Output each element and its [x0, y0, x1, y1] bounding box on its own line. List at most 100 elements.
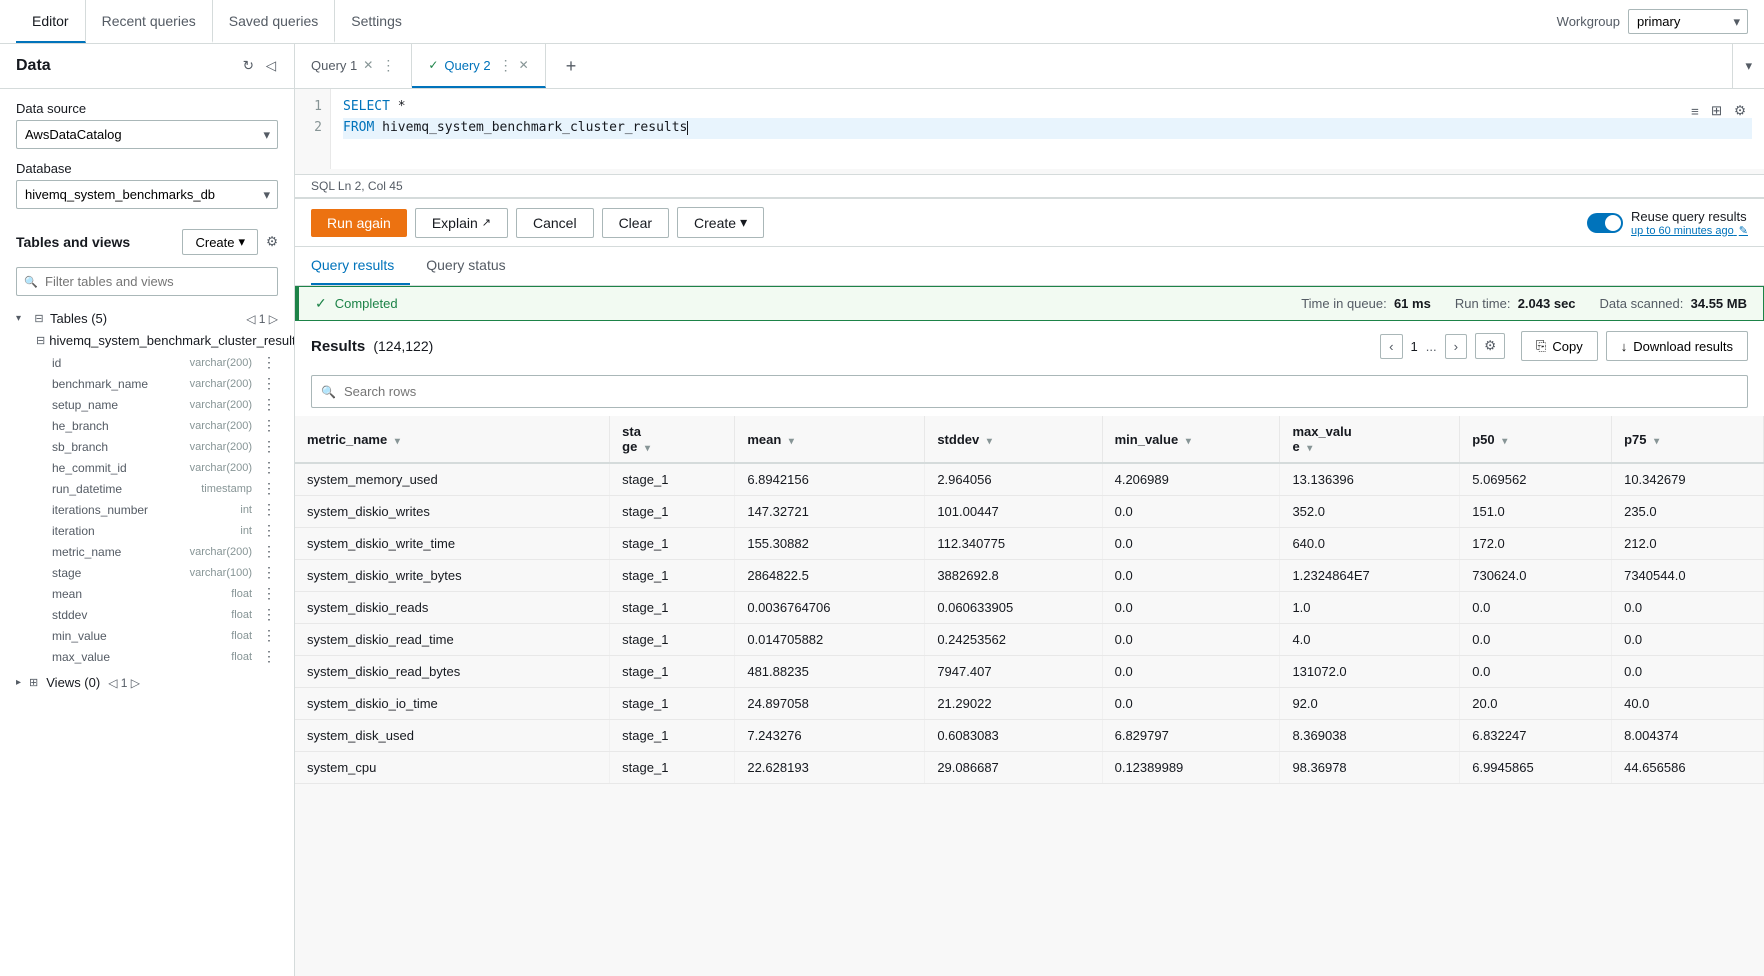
tab-settings[interactable]: Settings [335, 0, 418, 43]
column-name-max_value: max_value [52, 650, 227, 664]
filter-tables-input[interactable] [16, 267, 278, 296]
sort-icon-max_value: ▾ [1307, 443, 1312, 454]
prev-page-button[interactable]: ‹ [1380, 334, 1402, 359]
query-tab-1-dots[interactable]: ⋮ [381, 57, 395, 74]
column-menu-metric_name[interactable]: ⋮ [260, 543, 278, 560]
database-select[interactable]: hivemq_system_benchmarks_db [16, 180, 278, 209]
column-menu-run_datetime[interactable]: ⋮ [260, 480, 278, 497]
column-menu-setup_name[interactable]: ⋮ [260, 396, 278, 413]
explain-button[interactable]: Explain ↗ [415, 208, 508, 238]
tables-tree-row[interactable]: ▾ ⊟ Tables (5) ◁ 1 ▷ [16, 308, 278, 329]
table-name: hivemq_system_benchmark_cluster_results [49, 333, 294, 348]
column-name-stage: stage [52, 566, 186, 580]
column-menu-sb_branch[interactable]: ⋮ [260, 438, 278, 455]
settings-editor-icon[interactable]: ⚙ [1732, 101, 1748, 121]
column-name-setup_name: setup_name [52, 398, 186, 412]
results-tbody: system_memory_usedstage_16.89421562.9640… [295, 463, 1764, 784]
table-row: system_diskio_io_timestage_124.89705821.… [295, 688, 1764, 720]
col-header-metric_name[interactable]: metric_name ▾ [295, 416, 610, 463]
col-header-p75[interactable]: p75 ▾ [1612, 416, 1764, 463]
refresh-icon[interactable]: ↻ [241, 56, 256, 76]
table-row: system_diskio_write_bytesstage_12864822.… [295, 560, 1764, 592]
table-name-row[interactable]: ⊟ hivemq_system_benchmark_cluster_result… [16, 329, 278, 352]
query-tab-2-close[interactable]: ✕ [519, 58, 529, 72]
column-menu-iterations_number[interactable]: ⋮ [260, 501, 278, 518]
views-pagination-text: ◁ 1 ▷ [108, 676, 140, 690]
reuse-toggle-switch[interactable] [1587, 213, 1623, 233]
gear-icon[interactable]: ⚙ [266, 234, 278, 250]
data-source-select[interactable]: AwsDataCatalog [16, 120, 278, 149]
code-content[interactable]: SELECT * FROM hivemq_system_benchmark_cl… [331, 89, 1764, 169]
cell-min_value: 0.0 [1102, 624, 1280, 656]
cell-p50: 730624.0 [1460, 560, 1612, 592]
cell-stddev: 0.6083083 [925, 720, 1102, 752]
sort-icon-min_value: ▾ [1186, 436, 1191, 447]
search-rows-input[interactable] [311, 375, 1748, 408]
code-editor[interactable]: 1 2 SELECT * FROM hivemq_system_benchmar… [295, 89, 1764, 169]
column-menu-benchmark_name[interactable]: ⋮ [260, 375, 278, 392]
tables-tree-section: ▾ ⊟ Tables (5) ◁ 1 ▷ ⊟ hivemq_system_ben… [0, 304, 294, 671]
cancel-button[interactable]: Cancel [516, 208, 594, 238]
tab-saved-queries[interactable]: Saved queries [213, 0, 336, 43]
cell-max_value: 131072.0 [1280, 656, 1460, 688]
column-menu-he_commit_id[interactable]: ⋮ [260, 459, 278, 476]
workgroup-select[interactable]: primary [1628, 9, 1748, 34]
cell-min_value: 0.0 [1102, 688, 1280, 720]
add-query-tab-button[interactable]: + [550, 44, 593, 88]
sort-icon-p75: ▾ [1654, 436, 1659, 447]
cell-min_value: 0.0 [1102, 560, 1280, 592]
run-again-button[interactable]: Run again [311, 209, 407, 237]
query-tab-1-close[interactable]: ✕ [363, 58, 373, 72]
col-header-min_value[interactable]: min_value ▾ [1102, 416, 1280, 463]
more-tabs-button[interactable]: ▾ [1732, 44, 1764, 88]
create-button[interactable]: Create ▾ [677, 207, 764, 238]
copy-button[interactable]: ⎘ Copy [1521, 331, 1598, 361]
column-row-run_datetime: run_datetime timestamp ⋮ [16, 478, 278, 499]
column-menu-iteration[interactable]: ⋮ [260, 522, 278, 539]
reuse-toggle: Reuse query results up to 60 minutes ago… [1587, 209, 1748, 237]
col-header-mean[interactable]: mean ▾ [735, 416, 925, 463]
column-menu-mean[interactable]: ⋮ [260, 585, 278, 602]
cell-mean: 2864822.5 [735, 560, 925, 592]
views-icon: ⊞ [29, 676, 38, 689]
table-view-icon[interactable]: ⊞ [1709, 101, 1724, 121]
table-settings-icon[interactable]: ⚙ [1475, 333, 1505, 359]
cell-mean: 155.30882 [735, 528, 925, 560]
column-menu-id[interactable]: ⋮ [260, 354, 278, 371]
column-type-max_value: float [231, 651, 252, 663]
column-menu-he_branch[interactable]: ⋮ [260, 417, 278, 434]
col-header-stddev[interactable]: stddev ▾ [925, 416, 1102, 463]
download-results-button[interactable]: ↓ Download results [1606, 331, 1748, 361]
query-tab-2-dots[interactable]: ⋮ [499, 57, 513, 74]
collapse-sidebar-icon[interactable]: ◁ [264, 56, 278, 76]
query-tab-1[interactable]: Query 1 ✕ ⋮ [295, 44, 412, 88]
editor-icons: ≡ ⊞ ⚙ [1681, 97, 1756, 125]
column-type-id: varchar(200) [190, 357, 252, 369]
column-menu-min_value[interactable]: ⋮ [260, 627, 278, 644]
reuse-sub-label[interactable]: up to 60 minutes ago ✎ [1631, 224, 1748, 237]
table-row: system_diskio_write_timestage_1155.30882… [295, 528, 1764, 560]
tab-recent-queries[interactable]: Recent queries [86, 0, 213, 43]
create-table-button[interactable]: Create ▾ [182, 229, 258, 255]
next-page-button[interactable]: › [1445, 334, 1467, 359]
cell-max_value: 13.136396 [1280, 463, 1460, 496]
query-status-tab[interactable]: Query status [426, 247, 521, 285]
wrap-text-icon[interactable]: ≡ [1689, 102, 1701, 121]
query-tab-2[interactable]: ✓ Query 2 ⋮ ✕ [412, 44, 545, 88]
column-menu-max_value[interactable]: ⋮ [260, 648, 278, 665]
column-menu-stage[interactable]: ⋮ [260, 564, 278, 581]
col-header-p50[interactable]: p50 ▾ [1460, 416, 1612, 463]
clear-button[interactable]: Clear [602, 208, 669, 238]
tab-editor[interactable]: Editor [16, 0, 86, 43]
query-results-tab[interactable]: Query results [311, 247, 410, 285]
create-btn-label: Create [195, 235, 234, 250]
col-header-stage[interactable]: stage ▾ [610, 416, 735, 463]
views-toggle-icon: ▸ [16, 677, 21, 688]
column-menu-stddev[interactable]: ⋮ [260, 606, 278, 623]
reuse-text-area: Reuse query results up to 60 minutes ago… [1631, 209, 1748, 237]
column-type-mean: float [231, 588, 252, 600]
cell-mean: 22.628193 [735, 752, 925, 784]
line-num-1: 1 [303, 97, 322, 118]
cell-p75: 7340544.0 [1612, 560, 1764, 592]
col-header-max_value[interactable]: max_value ▾ [1280, 416, 1460, 463]
